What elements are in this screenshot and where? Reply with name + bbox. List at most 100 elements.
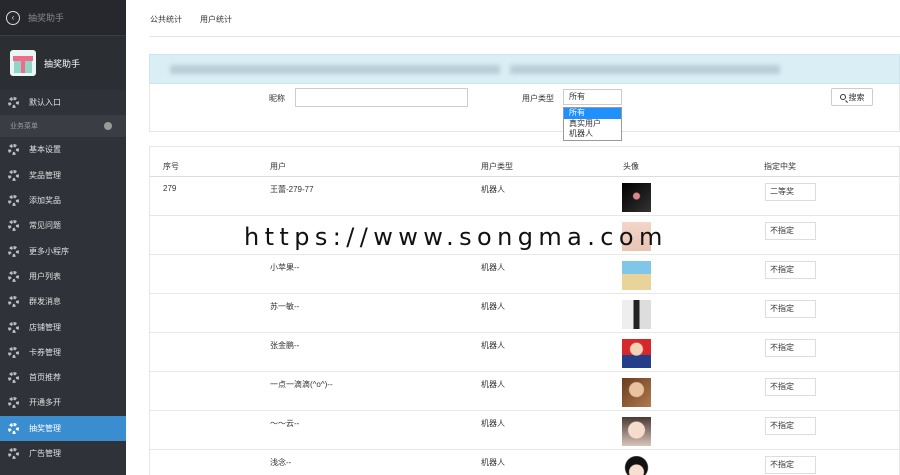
row-user: 一点一滴滴(^o^)-- bbox=[270, 380, 333, 389]
tab-divider bbox=[150, 36, 900, 37]
user-table: 序号 用户 用户类型 头像 指定中奖 279 王蕾-279-77 机器人 二等奖不指定… bbox=[149, 146, 900, 475]
row-usertype: 机器人 bbox=[481, 302, 505, 311]
search-button[interactable]: 搜索 bbox=[831, 88, 873, 106]
assign-prize-select[interactable]: 不指定 bbox=[765, 300, 816, 318]
sidebar-header: ‹ 抽奖助手 bbox=[0, 0, 126, 36]
sidebar-item-default-entry[interactable]: 默认入口 bbox=[0, 90, 126, 115]
gear-icon bbox=[8, 448, 19, 459]
col-index: 序号 bbox=[163, 162, 179, 171]
app-info: 抽奖助手 bbox=[0, 36, 126, 90]
sidebar-item-label: 卡券管理 bbox=[29, 347, 61, 357]
assign-prize-select[interactable]: 不指定 bbox=[765, 222, 816, 240]
notice-banner bbox=[149, 54, 900, 84]
sidebar-item-label: 添加奖品 bbox=[29, 196, 61, 206]
sidebar-item-label: 首页推荐 bbox=[29, 373, 61, 383]
sidebar-item-label: 抽奖管理 bbox=[29, 423, 61, 433]
gear-icon bbox=[8, 296, 19, 308]
user-avatar bbox=[622, 183, 651, 212]
col-usertype: 用户类型 bbox=[481, 162, 513, 171]
assign-prize-select[interactable]: 不指定 bbox=[765, 261, 816, 279]
sidebar-group-header[interactable]: 业务菜单 bbox=[0, 115, 126, 138]
collapse-icon[interactable] bbox=[104, 122, 112, 131]
gear-icon bbox=[8, 372, 19, 384]
user-avatar bbox=[622, 300, 651, 329]
sidebar-item[interactable]: 店铺管理 bbox=[0, 314, 126, 339]
sidebar-item-label: 开通多开 bbox=[29, 398, 61, 408]
row-user: 苏一敏-- bbox=[270, 302, 300, 311]
assign-prize-select[interactable]: 不指定 bbox=[765, 339, 816, 357]
sidebar-item[interactable]: 更多小程序 bbox=[0, 238, 126, 263]
table-row: 张金鹏-- 机器人 不指定 bbox=[150, 333, 899, 372]
table-row: 一点一滴滴(^o^)-- 机器人 不指定 bbox=[150, 372, 899, 411]
gear-icon bbox=[8, 321, 19, 333]
row-usertype: 机器人 bbox=[481, 341, 505, 350]
user-avatar bbox=[622, 417, 651, 446]
gear-icon bbox=[8, 270, 19, 282]
row-user: 小苹果-- bbox=[270, 263, 300, 272]
user-avatar bbox=[622, 456, 651, 475]
gear-icon bbox=[8, 397, 19, 409]
table-row: 苏一敏-- 机器人 不指定 bbox=[150, 294, 899, 333]
usertype-option-real[interactable]: 真实用户 bbox=[564, 119, 621, 130]
sidebar-item[interactable]: 常见问题 bbox=[0, 213, 126, 238]
row-user: 浅念-- bbox=[270, 458, 292, 467]
sidebar-item[interactable]: 奖品管理 bbox=[0, 163, 126, 188]
sidebar-menu: 基本设置奖品管理添加奖品常见问题更多小程序用户列表群发消息店铺管理卡券管理首页推… bbox=[0, 137, 126, 466]
gear-icon bbox=[8, 195, 19, 207]
assign-prize-select[interactable]: 不指定 bbox=[765, 378, 816, 396]
sidebar-item[interactable]: 基本设置 bbox=[0, 137, 126, 162]
assign-prize-select[interactable]: 二等奖 bbox=[765, 183, 816, 201]
sidebar: ‹ 抽奖助手 抽奖助手 默认入口 业务菜单 基本设置奖品管理添加奖品常见问题更多… bbox=[0, 0, 126, 475]
sidebar-item[interactable]: 添加奖品 bbox=[0, 188, 126, 213]
sidebar-item-label: 常见问题 bbox=[29, 221, 61, 231]
row-usertype: 机器人 bbox=[481, 419, 505, 428]
gift-icon bbox=[10, 50, 36, 76]
gear-icon bbox=[8, 346, 19, 358]
user-avatar bbox=[622, 261, 651, 290]
row-index: 279 bbox=[163, 184, 177, 193]
row-user: 张金鹏-- bbox=[270, 341, 300, 350]
user-avatar bbox=[622, 339, 651, 368]
table-row: ～～云-- 机器人 不指定 bbox=[150, 411, 899, 450]
assign-prize-select[interactable]: 不指定 bbox=[765, 417, 816, 435]
tab-public-stats[interactable]: 公共统计 bbox=[150, 14, 182, 36]
usertype-select[interactable]: 所有 bbox=[563, 89, 622, 105]
gear-icon bbox=[8, 245, 19, 257]
tab-bar: 公共统计 用户统计 bbox=[150, 14, 232, 36]
nickname-input[interactable] bbox=[295, 88, 468, 107]
sidebar-item[interactable]: 首页推荐 bbox=[0, 365, 126, 390]
sidebar-item-label: 用户列表 bbox=[29, 271, 61, 281]
user-avatar bbox=[622, 378, 651, 407]
gear-icon bbox=[8, 220, 19, 232]
row-usertype: 机器人 bbox=[481, 380, 505, 389]
sidebar-item[interactable]: 用户列表 bbox=[0, 264, 126, 289]
sidebar-item[interactable]: 广告管理 bbox=[0, 441, 126, 466]
row-user: 王蕾-279-77 bbox=[270, 185, 314, 194]
gear-icon bbox=[8, 422, 19, 434]
col-avatar: 头像 bbox=[623, 162, 639, 171]
assign-prize-select[interactable]: 不指定 bbox=[765, 456, 816, 474]
sidebar-item-label: 店铺管理 bbox=[29, 322, 61, 332]
sidebar-item[interactable]: 开通多开 bbox=[0, 390, 126, 415]
table-header: 序号 用户 用户类型 头像 指定中奖 bbox=[150, 147, 899, 177]
usertype-option-robot[interactable]: 机器人 bbox=[564, 129, 621, 140]
sidebar-item[interactable]: 卡券管理 bbox=[0, 340, 126, 365]
col-assign-prize: 指定中奖 bbox=[764, 162, 796, 171]
search-icon bbox=[839, 94, 846, 100]
sidebar-item[interactable]: 群发消息 bbox=[0, 289, 126, 314]
search-panel: 昵称 用户类型 所有 所有 真实用户 机器人 搜索 bbox=[149, 84, 900, 141]
sidebar-item-label: 基本设置 bbox=[29, 145, 61, 155]
usertype-label: 用户类型 bbox=[522, 94, 554, 103]
sidebar-item[interactable]: 抽奖管理 bbox=[0, 415, 126, 441]
tab-user-stats[interactable]: 用户统计 bbox=[200, 14, 232, 36]
sidebar-item-label: 群发消息 bbox=[29, 297, 61, 307]
nickname-label: 昵称 bbox=[269, 94, 285, 103]
sidebar-item-label: 更多小程序 bbox=[29, 246, 69, 256]
gear-icon bbox=[8, 97, 19, 109]
usertype-option-all[interactable]: 所有 bbox=[564, 108, 621, 119]
row-usertype: 机器人 bbox=[481, 263, 505, 272]
table-row: 279 王蕾-279-77 机器人 二等奖 bbox=[150, 177, 899, 216]
back-icon[interactable]: ‹ bbox=[6, 10, 20, 25]
row-user: ～～云-- bbox=[270, 419, 300, 428]
sidebar-item-label: 奖品管理 bbox=[29, 170, 61, 180]
